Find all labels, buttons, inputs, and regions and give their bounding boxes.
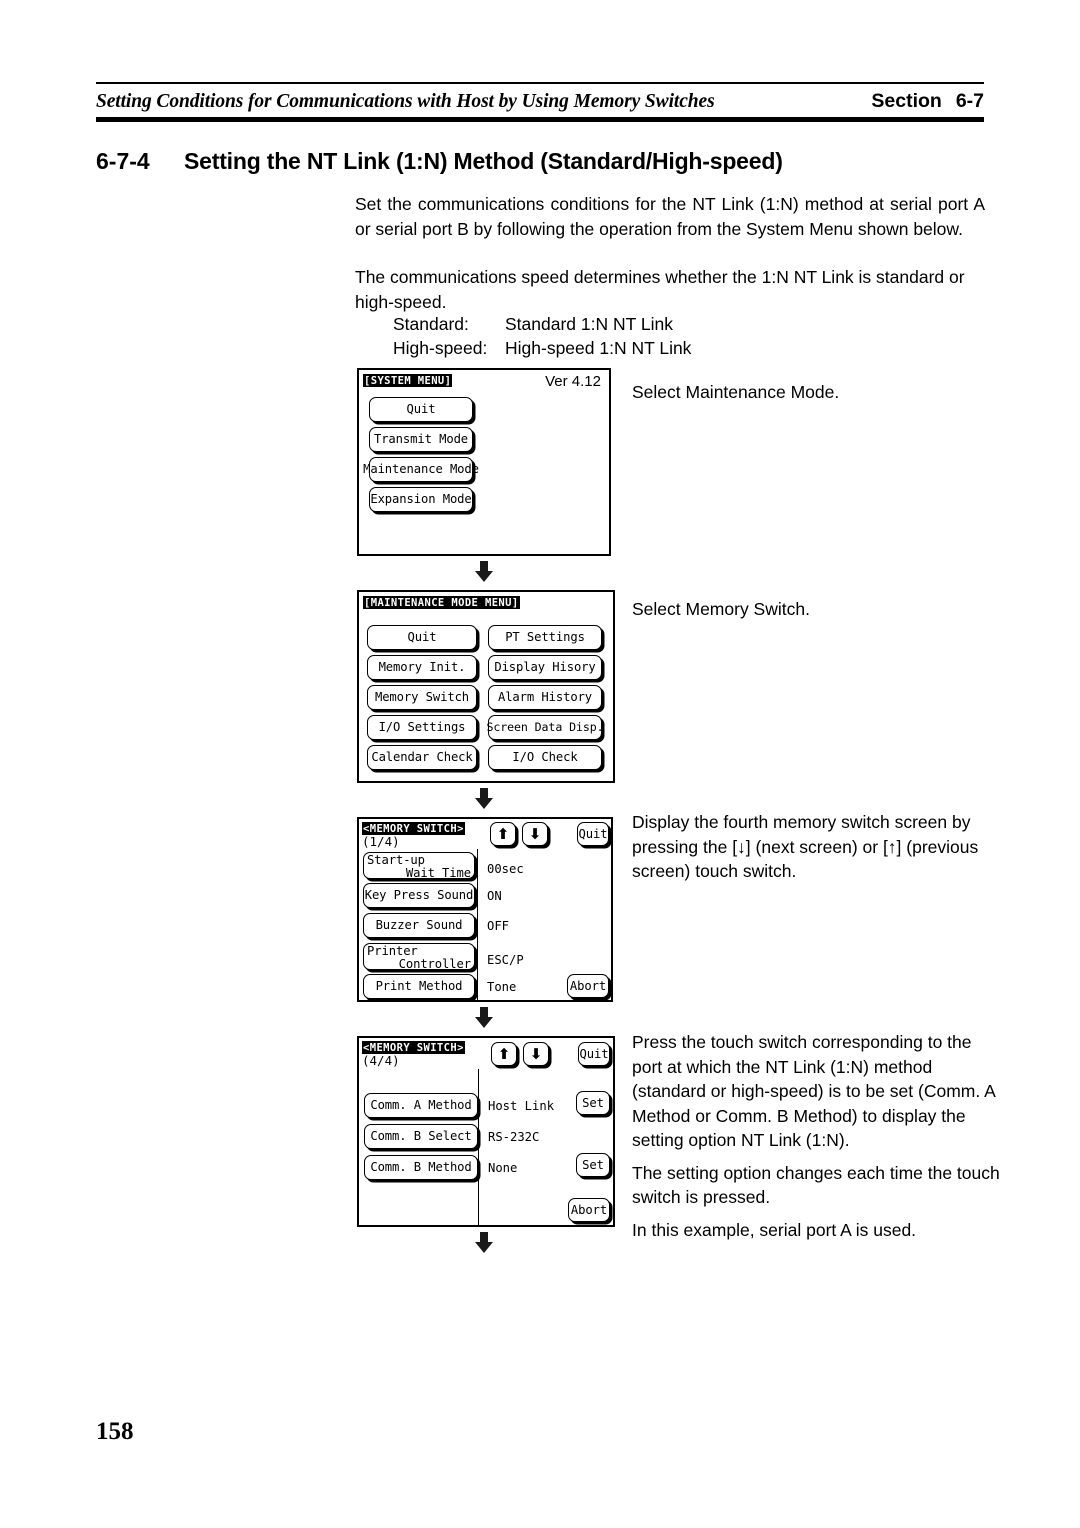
flow-arrow-3 xyxy=(357,1002,611,1036)
speed-option-label: Standard: xyxy=(393,314,469,334)
memory-switch-1-value-startup-wait-time: 00sec xyxy=(487,862,524,876)
annotation-select-memory-switch: Select Memory Switch. xyxy=(632,597,1004,622)
pt-screen-maintenance-menu: [MAINTENANCE MODE MENU] Quit Memory Init… xyxy=(357,590,615,783)
memory-switch-1-button-label-line2: Controller xyxy=(398,957,471,971)
memory-switch-1-button-key-press-sound[interactable]: Key Press Sound xyxy=(363,883,475,908)
memory-switch-1-up-arrow-button[interactable]: ⬆ xyxy=(490,822,516,846)
system-menu-button-transmit-mode[interactable]: Transmit Mode xyxy=(369,427,473,452)
section-heading: 6-7-4 Setting the NT Link (1:N) Method (… xyxy=(96,148,986,175)
running-head-section-number: 6-7 xyxy=(955,90,984,112)
page-number: 158 xyxy=(96,1418,134,1445)
memory-switch-1-button-label-line2: Wait Time xyxy=(405,866,471,880)
memory-switch-1-value-printer-controller: ESC/P xyxy=(487,953,524,967)
memory-switch-4-quit-button[interactable]: Quit xyxy=(578,1042,610,1066)
running-head-section-label: Section xyxy=(871,90,942,112)
system-menu-button-expansion-mode[interactable]: Expansion Mode xyxy=(369,487,473,512)
memory-switch-4-set-button-b[interactable]: Set xyxy=(576,1153,610,1177)
memory-switch-1-value-buzzer-sound: OFF xyxy=(487,919,510,933)
memory-switch-1-value-print-method: Tone xyxy=(487,980,517,994)
pt-screen-system-menu: [SYSTEM MENU] Ver 4.12 Quit Transmit Mod… xyxy=(357,368,611,556)
annotation-text: In this example, serial port A is used. xyxy=(632,1219,917,1240)
memory-switch-4-set-button-a[interactable]: Set xyxy=(576,1091,610,1115)
header-rule-bottom xyxy=(96,117,984,122)
memory-switch-4-button-comm-b-select[interactable]: Comm. B Select xyxy=(364,1124,478,1149)
memory-switch-1-button-startup-wait-time[interactable]: Start-up Wait Time xyxy=(363,852,475,880)
maintenance-button-memory-switch[interactable]: Memory Switch xyxy=(367,685,477,710)
system-menu-version: Ver 4.12 xyxy=(545,373,601,390)
memory-switch-1-button-label-line1: Start-up xyxy=(367,853,425,867)
memory-switch-1-button-printer-controller[interactable]: Printer Controller xyxy=(363,943,475,971)
memory-switch-4-value-comm-b-method: None xyxy=(488,1161,518,1175)
memory-switch-1-abort-button[interactable]: Abort xyxy=(567,974,609,998)
maintenance-button-calendar-check[interactable]: Calendar Check xyxy=(367,745,477,770)
annotation-display-fourth-screen: Display the fourth memory switch screen … xyxy=(632,810,1004,884)
running-head-title: Setting Conditions for Communications wi… xyxy=(96,91,715,112)
maintenance-button-alarm-history[interactable]: Alarm History xyxy=(488,685,602,710)
flow-arrow-4 xyxy=(357,1227,611,1261)
memory-switch-4-abort-button[interactable]: Abort xyxy=(568,1198,610,1222)
annotation-text: The setting option changes each time the… xyxy=(632,1162,1000,1208)
speed-option-value: High-speed 1:N NT Link xyxy=(505,338,692,358)
maintenance-button-io-settings[interactable]: I/O Settings xyxy=(367,715,477,740)
maintenance-button-screen-data-disp[interactable]: Screen Data Disp. xyxy=(487,715,604,740)
section-title: Setting the NT Link (1:N) Method (Standa… xyxy=(184,148,783,174)
speed-option-row: High-speed: High-speed 1:N NT Link xyxy=(393,336,691,360)
annotation-text: Press the touch switch corresponding to … xyxy=(632,1032,995,1150)
intro-paragraph-1: Set the communications conditions for th… xyxy=(355,194,985,239)
operation-flow: [SYSTEM MENU] Ver 4.12 Quit Transmit Mod… xyxy=(357,368,615,1261)
memory-switch-1-value-key-press-sound: ON xyxy=(487,889,502,903)
memory-switch-4-value-comm-b-select: RS-232C xyxy=(488,1130,540,1144)
memory-switch-4-up-arrow-button[interactable]: ⬆ xyxy=(491,1042,517,1066)
system-menu-button-quit[interactable]: Quit xyxy=(369,397,473,422)
maintenance-button-pt-settings[interactable]: PT Settings xyxy=(488,625,602,650)
section-number: 6-7-4 xyxy=(96,148,150,174)
speed-option-value: Standard 1:N NT Link xyxy=(505,314,673,334)
memory-switch-1-button-label-line1: Printer xyxy=(367,944,418,958)
memory-switch-1-divider xyxy=(477,849,479,1002)
pt-screen-memory-switch-4: <MEMORY SWITCH> (4/4) ⬆ ⬇ Quit Comm. A M… xyxy=(357,1036,615,1227)
maintenance-button-memory-init[interactable]: Memory Init. xyxy=(367,655,477,680)
intro-paragraph-2: The communications speed determines whet… xyxy=(355,267,965,312)
memory-switch-1-button-print-method[interactable]: Print Method xyxy=(363,974,475,999)
annotation-press-touch-switch: Press the touch switch corresponding to … xyxy=(632,1030,1004,1242)
flow-arrow-2 xyxy=(357,783,611,817)
memory-switch-4-value-comm-a-method: Host Link xyxy=(488,1099,555,1113)
running-head: Setting Conditions for Communications wi… xyxy=(96,82,984,122)
memory-switch-4-down-arrow-button[interactable]: ⬇ xyxy=(523,1042,549,1066)
maintenance-menu-title: [MAINTENANCE MODE MENU] xyxy=(363,596,520,609)
pt-screen-memory-switch-1: <MEMORY SWITCH> (1/4) ⬆ ⬇ Quit Start-up … xyxy=(357,817,613,1002)
memory-switch-1-down-arrow-button[interactable]: ⬇ xyxy=(522,822,548,846)
memory-switch-1-quit-button[interactable]: Quit xyxy=(577,822,609,846)
system-menu-title: [SYSTEM MENU] xyxy=(363,374,453,387)
running-head-section: Section 6-7 xyxy=(871,90,984,113)
speed-option-list: Standard: Standard 1:N NT Link High-spee… xyxy=(393,312,691,360)
memory-switch-4-button-comm-b-method[interactable]: Comm. B Method xyxy=(364,1155,478,1180)
annotation-select-maintenance-mode: Select Maintenance Mode. xyxy=(632,380,1004,405)
memory-switch-1-button-buzzer-sound[interactable]: Buzzer Sound xyxy=(363,913,475,938)
annotation-text: Display the fourth memory switch screen … xyxy=(632,812,979,881)
speed-option-label: High-speed: xyxy=(393,338,488,358)
memory-switch-1-page: (1/4) xyxy=(362,834,400,849)
memory-switch-4-divider xyxy=(478,1069,480,1226)
maintenance-button-io-check[interactable]: I/O Check xyxy=(488,745,602,770)
maintenance-button-quit[interactable]: Quit xyxy=(367,625,477,650)
annotation-text: Select Maintenance Mode. xyxy=(632,382,840,402)
maintenance-button-display-history[interactable]: Display Hisory xyxy=(488,655,602,680)
memory-switch-4-button-comm-a-method[interactable]: Comm. A Method xyxy=(364,1093,478,1118)
speed-option-row: Standard: Standard 1:N NT Link xyxy=(393,312,691,336)
running-head-row: Setting Conditions for Communications wi… xyxy=(96,84,984,117)
memory-switch-4-page: (4/4) xyxy=(362,1053,400,1068)
annotation-text: Select Memory Switch. xyxy=(632,599,810,619)
flow-arrow-1 xyxy=(357,556,611,590)
system-menu-button-maintenance-mode[interactable]: Maintenance Mode xyxy=(363,457,479,482)
